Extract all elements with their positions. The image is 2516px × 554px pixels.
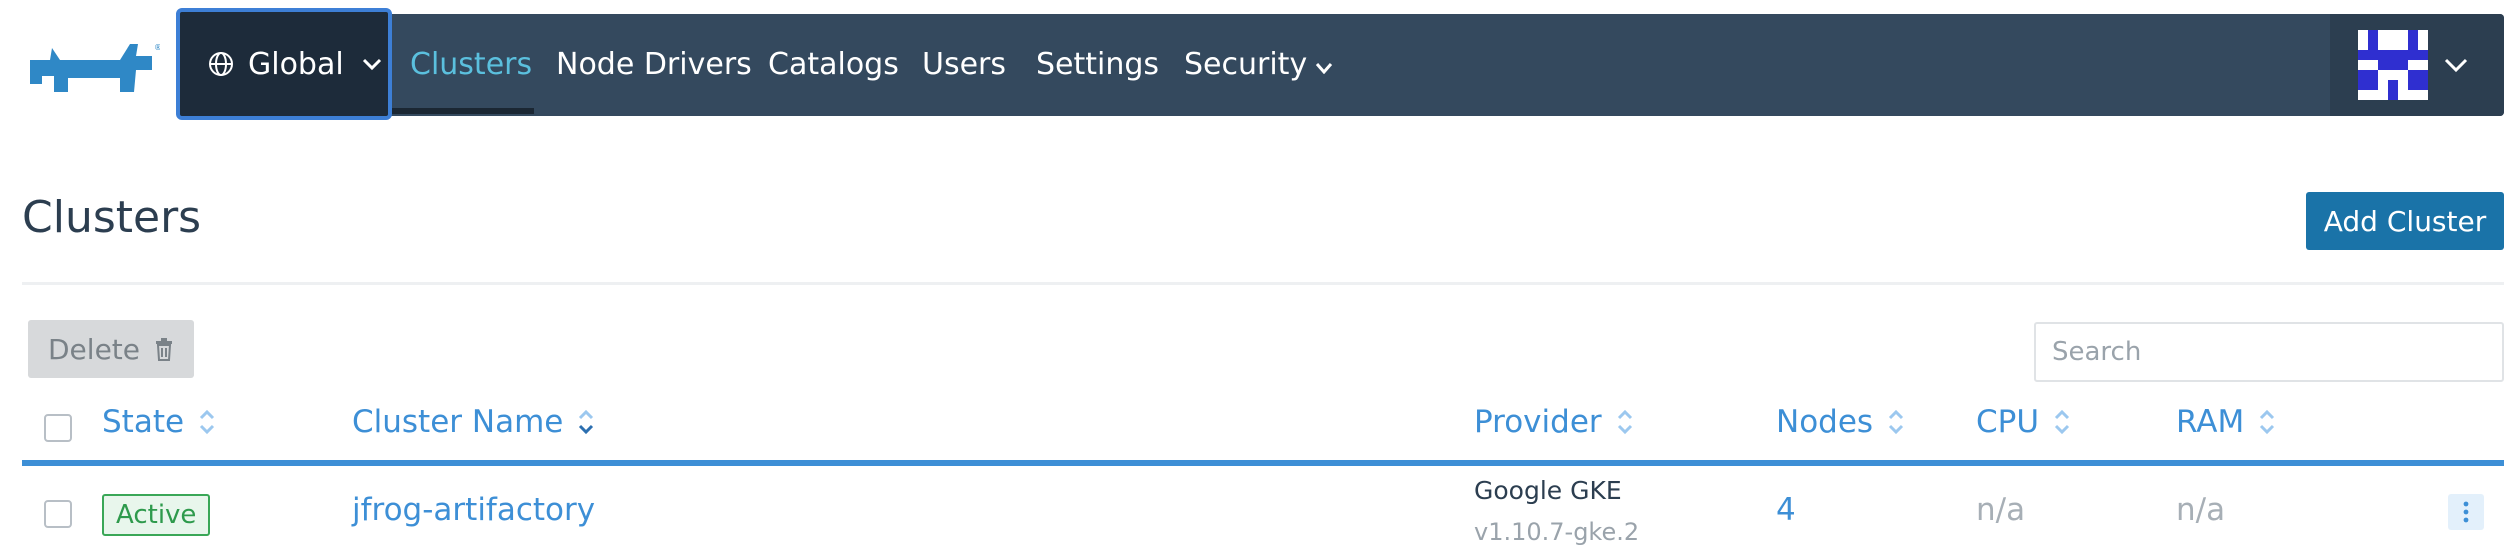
nav-security[interactable]: Security bbox=[1184, 14, 1333, 116]
sort-icon bbox=[2054, 409, 2070, 435]
column-header-ram[interactable]: RAM bbox=[2176, 404, 2276, 440]
chevron-down-icon bbox=[362, 58, 381, 71]
provider-version: v1.10.7-gke.2 bbox=[1474, 518, 1640, 546]
nav-catalogs[interactable]: Catalogs bbox=[768, 14, 899, 116]
sort-icon bbox=[1889, 409, 1904, 435]
cluster-name-link[interactable]: jfrog-artifactory bbox=[352, 492, 595, 528]
provider-name: Google GKE bbox=[1474, 476, 1622, 505]
column-header-label: State bbox=[102, 404, 185, 440]
column-header-cpu[interactable]: CPU bbox=[1976, 404, 2071, 440]
nav-settings[interactable]: Settings bbox=[1036, 14, 1159, 116]
global-scope-label: Global bbox=[248, 46, 344, 82]
divider bbox=[22, 282, 2504, 285]
select-all-checkbox[interactable] bbox=[44, 414, 72, 442]
column-header-label: Nodes bbox=[1776, 404, 1874, 440]
globe-icon bbox=[209, 52, 233, 76]
column-header-label: RAM bbox=[2176, 404, 2245, 440]
nav-security-label: Security bbox=[1184, 47, 1308, 82]
column-header-label: CPU bbox=[1976, 404, 2040, 440]
column-header-state[interactable]: State bbox=[102, 404, 216, 440]
sort-icon bbox=[2260, 409, 2275, 435]
sort-icon bbox=[1617, 409, 1632, 435]
search-input[interactable] bbox=[2034, 322, 2504, 382]
page-title: Clusters bbox=[22, 192, 202, 243]
table-header-rule bbox=[22, 460, 2504, 466]
column-header-nodes[interactable]: Nodes bbox=[1776, 404, 1905, 440]
nav-node-drivers[interactable]: Node Drivers bbox=[556, 14, 752, 116]
cpu-value: n/a bbox=[1976, 492, 2026, 528]
nodes-count-link[interactable]: 4 bbox=[1776, 492, 1796, 528]
delete-button-label: Delete bbox=[48, 332, 140, 366]
chevron-down-icon bbox=[2444, 58, 2468, 73]
column-header-provider[interactable]: Provider bbox=[1474, 404, 1634, 440]
column-header-label: Provider bbox=[1474, 404, 1602, 440]
svg-text:®: ® bbox=[154, 43, 160, 52]
ram-value: n/a bbox=[2176, 492, 2226, 528]
row-actions-button[interactable] bbox=[2448, 494, 2484, 530]
delete-button[interactable]: Delete bbox=[28, 320, 194, 378]
rancher-logo[interactable]: ® bbox=[20, 30, 160, 110]
column-header-label: Cluster Name bbox=[352, 404, 564, 440]
chevron-down-icon bbox=[1316, 63, 1333, 74]
nav-users[interactable]: Users bbox=[922, 14, 1006, 116]
row-checkbox[interactable] bbox=[44, 500, 72, 528]
nav-clusters[interactable]: Clusters bbox=[410, 14, 532, 116]
kebab-menu-icon bbox=[2463, 501, 2469, 523]
user-menu[interactable] bbox=[2330, 14, 2504, 116]
column-header-cluster-name[interactable]: Cluster Name bbox=[352, 404, 595, 440]
sort-icon bbox=[200, 409, 215, 435]
trash-icon bbox=[156, 338, 172, 361]
status-badge: Active bbox=[102, 494, 211, 536]
sort-icon bbox=[579, 409, 594, 435]
active-nav-indicator bbox=[392, 108, 534, 114]
add-cluster-button[interactable]: Add Cluster bbox=[2306, 192, 2504, 250]
avatar bbox=[2358, 30, 2428, 100]
global-scope-button[interactable]: Global bbox=[176, 8, 392, 120]
